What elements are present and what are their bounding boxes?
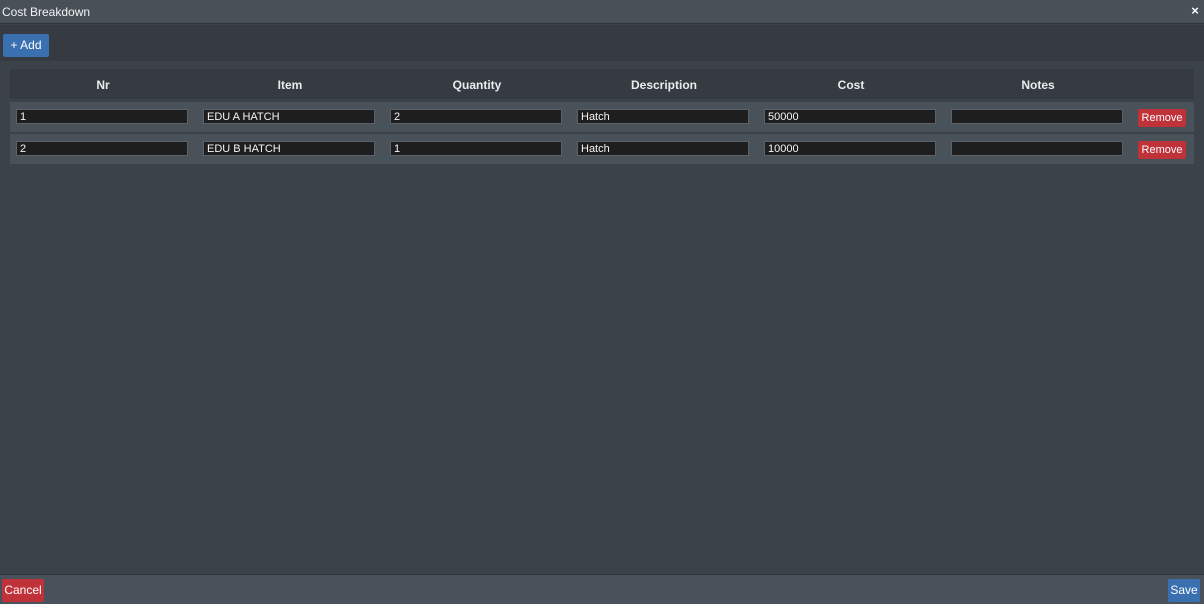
cost-breakdown-table: Nr Item Quantity Description Cost Notes …	[10, 69, 1194, 165]
dialog-title: Cost Breakdown	[2, 5, 91, 19]
dialog-footer: Cancel Save	[0, 574, 1204, 604]
dialog-titlebar: Cost Breakdown ×	[0, 0, 1204, 24]
cost-input[interactable]	[764, 141, 936, 156]
notes-input[interactable]	[951, 109, 1123, 124]
toolbar: + Add	[0, 25, 1204, 61]
cost-input[interactable]	[764, 109, 936, 124]
column-header-notes: Notes	[1021, 78, 1055, 92]
description-input[interactable]	[577, 109, 749, 124]
close-icon[interactable]: ×	[1188, 4, 1202, 18]
column-header-description: Description	[630, 78, 697, 92]
remove-row-button[interactable]: Remove	[1138, 141, 1186, 159]
nr-input[interactable]	[16, 109, 188, 124]
description-input[interactable]	[577, 141, 749, 156]
save-button[interactable]: Save	[1168, 579, 1200, 602]
add-row-button[interactable]: + Add	[3, 34, 49, 57]
item-input[interactable]	[203, 141, 375, 156]
column-header-cost: Cost	[837, 78, 865, 92]
item-input[interactable]	[203, 109, 375, 124]
column-header-item: Item	[277, 78, 303, 92]
table-header: Nr Item Quantity Description Cost Notes	[10, 69, 1194, 99]
column-header-quantity: Quantity	[452, 78, 502, 92]
notes-input[interactable]	[951, 141, 1123, 156]
table-row: Remove	[10, 102, 1194, 132]
remove-row-button[interactable]: Remove	[1138, 109, 1186, 127]
table-row: Remove	[10, 134, 1194, 164]
quantity-input[interactable]	[390, 109, 562, 124]
cancel-button[interactable]: Cancel	[2, 579, 44, 602]
quantity-input[interactable]	[390, 141, 562, 156]
nr-input[interactable]	[16, 141, 188, 156]
column-header-nr: Nr	[96, 78, 110, 92]
